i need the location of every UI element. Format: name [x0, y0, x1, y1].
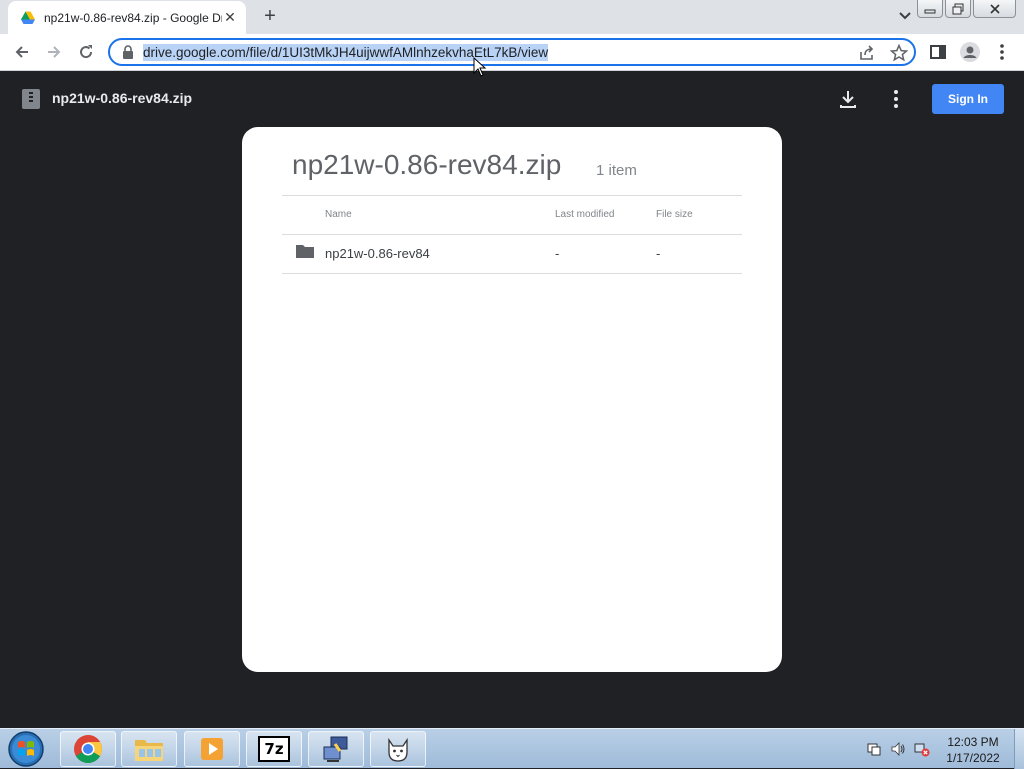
column-header-name: Name	[325, 209, 352, 220]
window-controls	[917, 0, 1016, 18]
viewer-file-name: np21w-0.86-rev84.zip	[52, 90, 193, 106]
bookmark-star-icon[interactable]	[890, 44, 908, 62]
start-button-icon[interactable]	[6, 730, 46, 768]
network-tool-icon	[323, 736, 348, 762]
taskbar-media-player[interactable]	[184, 731, 240, 767]
kebab-menu-icon	[1000, 44, 1004, 60]
side-panel-button[interactable]	[926, 40, 950, 64]
file-explorer-icon	[135, 740, 163, 761]
volume-icon[interactable]	[890, 741, 906, 757]
browser-toolbar: drive.google.com/file/d/1UI3tMkJH4uijwwf…	[0, 34, 1024, 71]
google-drive-icon	[21, 11, 35, 24]
row-file-size: -	[656, 246, 661, 261]
media-player-icon	[201, 738, 223, 760]
show-desktop-button[interactable]	[1014, 729, 1024, 769]
forward-button[interactable]	[42, 40, 66, 64]
7zip-icon: 7z	[258, 736, 290, 762]
header-divider	[282, 195, 742, 196]
tab-search-chevron-icon[interactable]	[893, 6, 917, 26]
taskbar-cat-app[interactable]	[370, 731, 426, 767]
drive-file-viewer: np21w-0.86-rev84.zip Sign In np21w-0.86-…	[0, 71, 1024, 728]
download-icon[interactable]	[836, 87, 860, 111]
column-header-file-size: File size	[656, 209, 693, 220]
browser-tab[interactable]: np21w-0.86-rev84.zip - Google Drive ✕	[8, 1, 246, 34]
forward-arrow-icon	[48, 46, 61, 58]
taskbar-network-tool[interactable]	[308, 731, 364, 767]
lock-icon	[123, 45, 133, 59]
tab-title: np21w-0.86-rev84.zip - Google Drive	[44, 10, 222, 25]
cat-app-icon	[388, 737, 408, 762]
chrome-icon	[74, 735, 102, 763]
archive-title: np21w-0.86-rev84.zip	[292, 149, 562, 180]
row-name[interactable]: np21w-0.86-rev84	[325, 246, 430, 261]
windows-taskbar: 7z 12:03 PM 1/17/2022	[0, 728, 1024, 769]
archive-preview-card: np21w-0.86-rev84.zip 1 item Name Last mo…	[242, 127, 782, 672]
restore-button[interactable]	[945, 0, 971, 18]
system-clock[interactable]: 12:03 PM 1/17/2022	[936, 734, 1010, 766]
back-arrow-icon	[15, 46, 28, 58]
tab-strip: np21w-0.86-rev84.zip - Google Drive ✕ +	[0, 0, 1024, 34]
tab-close-icon[interactable]: ✕	[222, 9, 238, 26]
column-divider	[282, 234, 742, 235]
share-icon[interactable]	[858, 44, 876, 62]
column-header-last-modified: Last modified	[555, 209, 615, 220]
clock-date: 1/17/2022	[946, 751, 1000, 765]
network-disconnected-icon[interactable]	[914, 741, 930, 757]
archive-file-icon	[22, 89, 40, 109]
close-window-button[interactable]	[973, 0, 1016, 18]
minimize-icon	[924, 9, 936, 13]
archive-item-count: 1 item	[596, 162, 637, 179]
close-icon	[989, 3, 1000, 14]
reload-button[interactable]	[74, 40, 98, 64]
url-text[interactable]: drive.google.com/file/d/1UI3tMkJH4uijwwf…	[143, 43, 549, 61]
mouse-cursor-icon	[473, 57, 487, 77]
reload-icon	[80, 45, 93, 59]
action-center-icon[interactable]	[866, 741, 882, 757]
side-panel-icon	[930, 45, 946, 59]
profile-avatar-icon	[960, 42, 980, 62]
folder-icon	[296, 245, 314, 258]
restore-icon	[952, 3, 964, 14]
sign-in-button[interactable]: Sign In	[932, 84, 1004, 114]
browser-menu-button[interactable]	[990, 40, 1014, 64]
more-options-icon[interactable]	[884, 87, 908, 111]
address-bar[interactable]: drive.google.com/file/d/1UI3tMkJH4uijwwf…	[108, 38, 916, 66]
clock-time: 12:03 PM	[947, 735, 999, 749]
new-tab-button[interactable]: +	[258, 4, 282, 28]
row-divider	[282, 273, 742, 274]
taskbar-7zip[interactable]: 7z	[246, 731, 302, 767]
minimize-button[interactable]	[917, 0, 943, 18]
row-last-modified: -	[555, 246, 560, 261]
profile-button[interactable]	[958, 40, 982, 64]
back-button[interactable]	[10, 40, 34, 64]
taskbar-chrome[interactable]	[60, 731, 116, 767]
taskbar-file-explorer[interactable]	[121, 731, 177, 767]
